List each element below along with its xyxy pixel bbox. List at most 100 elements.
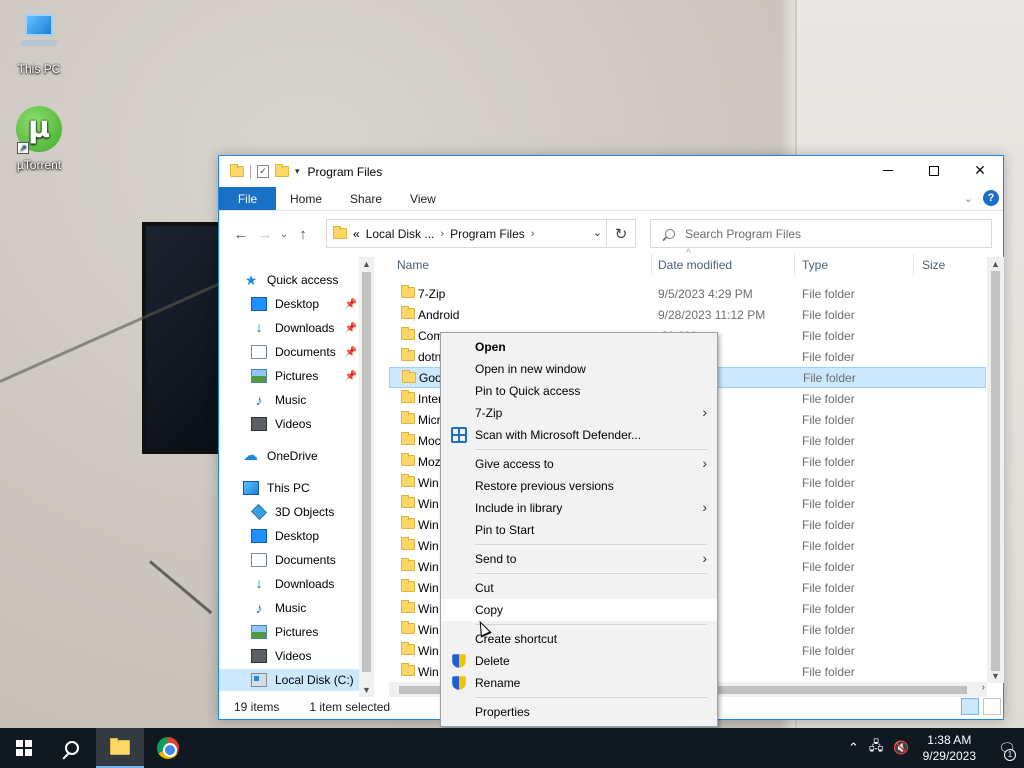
nav-quick-pictures[interactable]: Pictures 📌	[251, 365, 359, 387]
maximize-button[interactable]	[911, 156, 957, 185]
column-type[interactable]: Type	[796, 252, 911, 277]
chevron-right-icon: ›	[702, 404, 707, 420]
menu-item-cut[interactable]: Cut	[441, 577, 717, 599]
menu-item-rename[interactable]: Rename	[441, 672, 717, 694]
back-arrow-icon[interactable]: ←	[229, 226, 253, 243]
refresh-button[interactable]: ↻	[606, 220, 635, 247]
customize-toolbar-icon[interactable]: ▾	[295, 166, 300, 177]
folder-icon	[401, 558, 415, 571]
nav-label: Music	[275, 393, 307, 407]
nav-pc-downloads[interactable]: ↓ Downloads	[251, 573, 359, 595]
menu-item-label: 7-Zip	[475, 406, 503, 420]
menu-item-pin-to-start[interactable]: Pin to Start	[441, 519, 717, 541]
chevron-down-icon[interactable]: ⌄	[593, 226, 602, 239]
menu-item-open-in-new-window[interactable]: Open in new window	[441, 358, 717, 380]
chevron-right-icon[interactable]: ›	[440, 228, 444, 240]
nav-pc-videos[interactable]: Videos	[251, 645, 359, 667]
menu-item-delete[interactable]: Delete	[441, 650, 717, 672]
clock-time: 1:38 AM	[927, 733, 972, 747]
menu-item-send-to[interactable]: Send to ›	[441, 548, 717, 570]
scrollbar-thumb[interactable]	[362, 272, 371, 672]
pictures-icon	[251, 369, 267, 383]
scroll-up-icon[interactable]: ▲	[988, 257, 1003, 271]
breadcrumb-program-files[interactable]: Program Files	[450, 227, 525, 241]
scroll-up-icon[interactable]: ▲	[359, 257, 374, 271]
nav-quick-downloads[interactable]: ↓ Downloads 📌	[251, 317, 359, 339]
nav-pc-local-disk[interactable]: Local Disk (C:)	[219, 669, 359, 691]
title-bar[interactable]: ✓ ▾ Program Files ✕	[219, 156, 1003, 187]
address-bar[interactable]: « Local Disk ... › Program Files › ⌄ ↻	[326, 219, 636, 248]
scrollbar-thumb[interactable]	[991, 271, 1000, 671]
up-arrow-icon[interactable]: ↑	[291, 226, 315, 243]
nav-label: Local Disk (C:)	[275, 673, 354, 687]
tab-view[interactable]: View	[396, 187, 450, 210]
file-row[interactable]: 7-Zip 9/5/2023 4:29 PM File folder	[389, 283, 986, 304]
nav-quick-desktop[interactable]: Desktop 📌	[251, 293, 359, 315]
menu-item-open[interactable]: Open	[441, 336, 717, 358]
desktop-icon-utorrent[interactable]: µ ↗ µTorrent	[4, 106, 74, 172]
breadcrumb-local-disk[interactable]: Local Disk ...	[366, 227, 435, 241]
nav-quick-access[interactable]: ★ Quick access	[243, 269, 375, 291]
file-list-vertical-scrollbar[interactable]: ▲ ▼	[987, 257, 1004, 683]
file-type: File folder	[802, 454, 855, 469]
nav-pc-documents[interactable]: Documents	[251, 549, 359, 571]
tab-share[interactable]: Share	[336, 187, 396, 210]
new-folder-icon[interactable]	[275, 164, 289, 177]
desktop-icon-this-pc[interactable]: This PC	[4, 10, 74, 76]
folder-icon	[401, 474, 415, 487]
help-icon[interactable]: ?	[983, 190, 999, 206]
menu-item-label: Open in new window	[475, 362, 586, 376]
tab-home[interactable]: Home	[276, 187, 336, 210]
network-icon[interactable]: 🖧	[869, 737, 884, 759]
taskbar-chrome[interactable]	[144, 728, 192, 768]
start-button[interactable]	[0, 728, 48, 768]
volume-muted-icon[interactable]: 🔇	[893, 740, 909, 756]
folder-icon	[401, 600, 415, 613]
clock[interactable]: 1:38 AM 9/29/2023	[923, 732, 976, 764]
menu-item-give-access-to[interactable]: Give access to ›	[441, 453, 717, 475]
minimize-button[interactable]	[865, 156, 911, 185]
chevron-up-icon[interactable]: ⌃	[848, 740, 859, 756]
close-button[interactable]: ✕	[957, 156, 1003, 185]
column-divider[interactable]	[913, 254, 914, 275]
action-center-button[interactable]: 🗨 1	[990, 728, 1024, 768]
tab-file[interactable]: File	[219, 187, 276, 210]
details-view-icon[interactable]	[961, 698, 979, 715]
file-type: File folder	[802, 286, 855, 301]
nav-pc-3d-objects[interactable]: 3D Objects	[251, 501, 359, 523]
recent-locations-icon[interactable]: ⌄	[277, 229, 291, 240]
properties-icon[interactable]: ✓	[257, 165, 269, 178]
forward-arrow-icon[interactable]: →	[253, 226, 277, 243]
scroll-down-icon[interactable]: ▼	[988, 669, 1003, 683]
menu-item-restore-previous-versions[interactable]: Restore previous versions	[441, 475, 717, 497]
nav-onedrive[interactable]: ☁ OneDrive	[243, 445, 375, 467]
menu-item-scan-with-microsoft-defender[interactable]: Scan with Microsoft Defender...	[441, 424, 717, 446]
chevron-right-icon[interactable]: ›	[531, 228, 535, 240]
nav-pc-desktop[interactable]: Desktop	[251, 525, 359, 547]
column-date-modified[interactable]: Date modified	[652, 252, 792, 277]
scroll-right-icon[interactable]: ›	[982, 682, 985, 693]
menu-item-properties[interactable]: Properties	[441, 701, 717, 723]
menu-item-include-in-library[interactable]: Include in library ›	[441, 497, 717, 519]
close-icon: ✕	[974, 162, 986, 178]
file-row[interactable]: Android 9/28/2023 11:12 PM File folder	[389, 304, 986, 325]
column-name[interactable]: Name	[391, 252, 651, 277]
menu-item-copy[interactable]: Copy	[441, 599, 717, 621]
search-button[interactable]	[48, 728, 96, 768]
taskbar-file-explorer[interactable]	[96, 728, 144, 768]
menu-item-pin-to-quick-access[interactable]: Pin to Quick access	[441, 380, 717, 402]
large-icons-view-icon[interactable]	[983, 698, 1001, 715]
breadcrumb-overflow[interactable]: «	[353, 227, 360, 241]
column-size[interactable]: Size	[916, 252, 986, 277]
nav-quick-videos[interactable]: Videos	[251, 413, 359, 435]
nav-pc-music[interactable]: ♪ Music	[251, 597, 359, 619]
menu-item-7-zip[interactable]: 7-Zip ›	[441, 402, 717, 424]
nav-this-pc[interactable]: This PC	[243, 477, 375, 499]
column-divider[interactable]	[794, 254, 795, 275]
nav-pane-scrollbar[interactable]: ▲ ▼	[359, 257, 374, 697]
nav-pc-pictures[interactable]: Pictures	[251, 621, 359, 643]
expand-ribbon-icon[interactable]: ⌄	[964, 192, 973, 205]
nav-quick-music[interactable]: ♪ Music	[251, 389, 359, 411]
nav-quick-documents[interactable]: Documents 📌	[251, 341, 359, 363]
search-box[interactable]: Search Program Files	[650, 219, 992, 248]
